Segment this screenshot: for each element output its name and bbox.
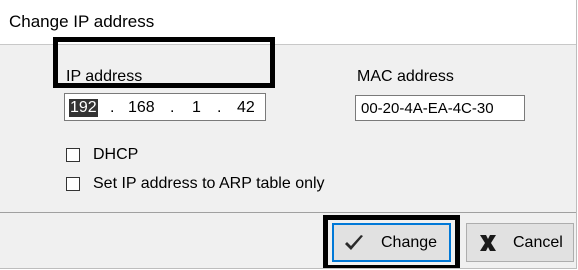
arp-only-label[interactable]: Set IP address to ARP table only <box>93 175 325 193</box>
dialog-title: Change IP address <box>9 12 155 31</box>
arp-only-checkbox[interactable] <box>66 177 80 191</box>
mac-address-label: MAC address <box>357 68 454 85</box>
ip-octet-2[interactable]: 168 <box>128 99 155 117</box>
change-button-callout-box <box>323 215 460 268</box>
change-ip-dialog: Change IP address IP address MAC address… <box>0 0 577 269</box>
close-x-icon <box>480 235 496 251</box>
cancel-button-label: Cancel <box>513 234 563 251</box>
cancel-button[interactable]: Cancel <box>466 223 574 262</box>
ip-separator: . <box>110 99 115 116</box>
ip-separator: . <box>217 99 222 116</box>
ip-octet-1[interactable]: 192 <box>69 99 98 117</box>
ip-address-callout-box <box>53 37 275 88</box>
dhcp-label[interactable]: DHCP <box>93 146 138 164</box>
ip-separator: . <box>170 99 175 116</box>
mac-address-field[interactable]: 00-20-4A-EA-4C-30 <box>355 95 525 121</box>
ip-octet-3[interactable]: 1 <box>192 99 201 117</box>
ip-address-input[interactable]: 192 . 168 . 1 . 42 <box>64 93 266 121</box>
ip-octet-4[interactable]: 42 <box>237 99 255 117</box>
dhcp-checkbox[interactable] <box>66 148 80 162</box>
